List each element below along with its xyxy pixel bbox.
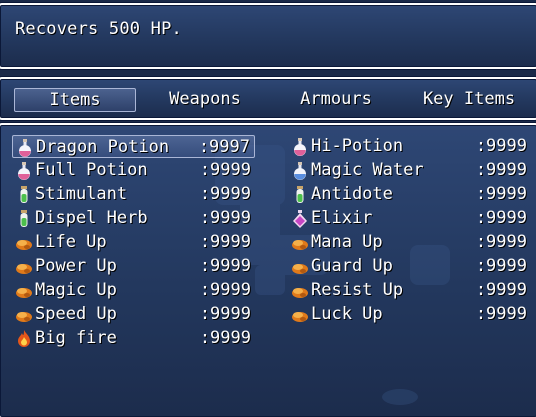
- item-row[interactable]: Dispel Herb :9999: [12, 207, 255, 230]
- item-name: Big fire: [35, 328, 117, 348]
- potion-blue-icon: [290, 161, 310, 181]
- item-name: Mana Up: [311, 232, 383, 252]
- vial-green-icon: [14, 185, 34, 205]
- item-name: Resist Up: [311, 280, 404, 300]
- tab-label: Armours: [300, 89, 372, 109]
- tab-label: Key Items: [422, 89, 516, 109]
- item-quantity: :9999: [199, 232, 251, 252]
- item-quantity: :9999: [199, 328, 251, 348]
- item-name: Stimulant: [35, 184, 128, 204]
- item-name: Dispel Herb: [35, 208, 148, 228]
- potion-pink-icon: [290, 137, 310, 157]
- item-row[interactable]: Elixir :9999: [288, 207, 531, 230]
- item-row[interactable]: Luck Up :9999: [288, 303, 531, 326]
- seed-orange-icon: [14, 233, 34, 253]
- item-row[interactable]: Big fire :9999: [12, 327, 255, 350]
- item-quantity: :9999: [475, 160, 527, 180]
- item-quantity: :9999: [475, 184, 527, 204]
- item-row[interactable]: Life Up :9999: [12, 231, 255, 254]
- flask-magenta-icon: [290, 209, 310, 229]
- tab-armours[interactable]: Armours: [275, 88, 397, 112]
- item-name: Hi-Potion: [311, 136, 404, 156]
- item-row[interactable]: Hi-Potion :9999: [288, 135, 531, 158]
- item-quantity: :9999: [199, 208, 251, 228]
- tab-weapons[interactable]: Weapons: [144, 88, 266, 112]
- item-row[interactable]: Stimulant :9999: [12, 183, 255, 206]
- help-text: Recovers 500 HP.: [15, 19, 182, 39]
- item-quantity: :9999: [199, 184, 251, 204]
- item-row[interactable]: Dragon Potion :9997: [12, 135, 255, 158]
- item-name: Magic Water: [311, 160, 424, 180]
- item-name: Antidote: [311, 184, 393, 204]
- category-tabs: Items Weapons Armours Key Items: [0, 77, 536, 120]
- item-quantity: :9999: [475, 232, 527, 252]
- seed-orange-icon: [14, 257, 34, 277]
- seed-orange-icon: [290, 281, 310, 301]
- item-name: Guard Up: [311, 256, 393, 276]
- item-name: Luck Up: [311, 304, 383, 324]
- item-name: Life Up: [35, 232, 107, 252]
- item-quantity: :9999: [199, 304, 251, 324]
- seed-orange-icon: [290, 233, 310, 253]
- tab-label: Items: [49, 90, 101, 110]
- item-name: Power Up: [35, 256, 117, 276]
- tab-key-items[interactable]: Key Items: [405, 88, 533, 112]
- help-window: Recovers 500 HP.: [0, 3, 536, 69]
- item-name: Full Potion: [35, 160, 148, 180]
- item-name: Dragon Potion: [36, 137, 170, 157]
- item-quantity: :9999: [475, 256, 527, 276]
- item-quantity: :9997: [198, 137, 250, 157]
- item-name: Magic Up: [35, 280, 117, 300]
- item-list-window: Dragon Potion:9997 Hi-Potion:9999 Full Pot…: [0, 123, 536, 417]
- item-row[interactable]: Full Potion :9999: [12, 159, 255, 182]
- item-row[interactable]: Mana Up :9999: [288, 231, 531, 254]
- item-row[interactable]: Power Up :9999: [12, 255, 255, 278]
- item-name: Speed Up: [35, 304, 117, 324]
- potion-pink-icon: [14, 161, 34, 181]
- item-quantity: :9999: [475, 280, 527, 300]
- item-row[interactable]: Antidote :9999: [288, 183, 531, 206]
- item-quantity: :9999: [475, 136, 527, 156]
- potion-pink-icon: [15, 138, 35, 158]
- seed-orange-icon: [14, 305, 34, 325]
- item-quantity: :9999: [475, 304, 527, 324]
- item-quantity: :9999: [199, 280, 251, 300]
- tab-items[interactable]: Items: [14, 88, 136, 112]
- item-row[interactable]: Resist Up :9999: [288, 279, 531, 302]
- vial-green-icon: [14, 209, 34, 229]
- seed-orange-icon: [290, 305, 310, 325]
- item-row[interactable]: Guard Up :9999: [288, 255, 531, 278]
- item-row[interactable]: Speed Up :9999: [12, 303, 255, 326]
- item-name: Elixir: [311, 208, 373, 228]
- item-quantity: :9999: [199, 256, 251, 276]
- item-row[interactable]: Magic Up :9999: [12, 279, 255, 302]
- vial-green-icon: [290, 185, 310, 205]
- item-quantity: :9999: [475, 208, 527, 228]
- item-quantity: :9999: [199, 160, 251, 180]
- seed-orange-icon: [14, 281, 34, 301]
- seed-orange-icon: [290, 257, 310, 277]
- tab-label: Weapons: [169, 89, 241, 109]
- fire-icon: [14, 329, 34, 349]
- item-row[interactable]: Magic Water :9999: [288, 159, 531, 182]
